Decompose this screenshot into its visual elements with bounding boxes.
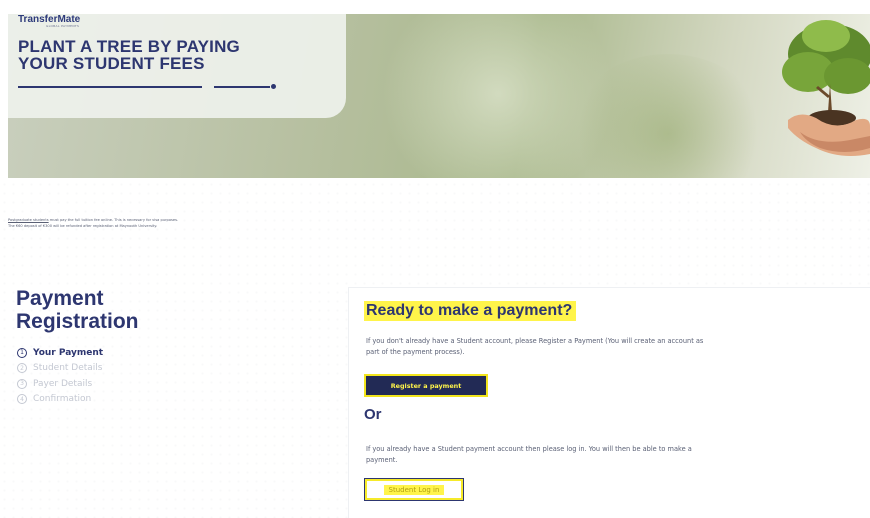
hero-title-line: YOUR STUDENT FEES [18,54,205,73]
ready-heading: Ready to make a payment? [364,301,577,321]
login-description-line: If you already have a Student payment ac… [366,445,692,453]
page-title-line: Registration [16,310,139,333]
registration-steps: 1 Your Payment 2 Student Details 3 Payer… [17,345,103,407]
page-title: Payment Registration [16,287,216,333]
transfermate-logo[interactable]: TransferMate GLOBAL PAYMENTS [18,14,80,28]
login-description: If you already have a Student payment ac… [366,444,870,466]
step-payer-details: 3 Payer Details [17,376,103,392]
step-student-details: 2 Student Details [17,361,103,377]
login-description-line: payment. [366,456,398,464]
decorative-line [214,86,270,88]
decorative-line [18,86,202,88]
step-number-icon: 3 [17,378,27,389]
step-confirmation: 4 Confirmation [17,392,103,408]
step-number-icon: 4 [17,394,27,405]
tree-in-hands-image [782,20,870,156]
hero-banner: TransferMate GLOBAL PAYMENTS PLANT A TRE… [8,14,870,178]
page-title-line: Payment [16,287,104,310]
register-description-line: If you don't already have a Student acco… [366,337,704,345]
brand-tagline: GLOBAL PAYMENTS [46,24,80,28]
step-label: Payer Details [33,378,93,389]
step-number-icon: 1 [17,347,27,358]
step-your-payment: 1 Your Payment [17,345,103,361]
step-number-icon: 2 [17,363,27,374]
hero-title: PLANT A TREE BY PAYING YOUR STUDENT FEES [18,38,318,72]
step-label: Student Details [33,363,103,374]
register-description-line: part of the payment process). [366,348,465,356]
step-label: Confirmation [33,394,92,405]
disclaimer-line: The €60 deposit of €300 will be refunded… [8,224,158,228]
register-payment-button[interactable]: Register a payment [364,374,488,397]
disclaimer-text: must pay the full tuition fee online. Th… [48,218,179,222]
postgraduate-link[interactable]: Postgraduate students [8,218,49,222]
decorative-dot [271,84,276,89]
hero-card: TransferMate GLOBAL PAYMENTS PLANT A TRE… [8,14,346,118]
hero-title-line: PLANT A TREE BY PAYING [18,37,240,56]
student-login-label: Student Log in [383,484,445,495]
step-label: Your Payment [33,347,104,358]
student-login-button[interactable]: Student Log in [364,478,464,501]
fees-disclaimer: Postgraduate students must pay the full … [8,217,388,229]
hero-decorative-lines [18,84,280,90]
or-separator: Or [364,406,382,423]
register-description: If you don't already have a Student acco… [366,336,870,358]
